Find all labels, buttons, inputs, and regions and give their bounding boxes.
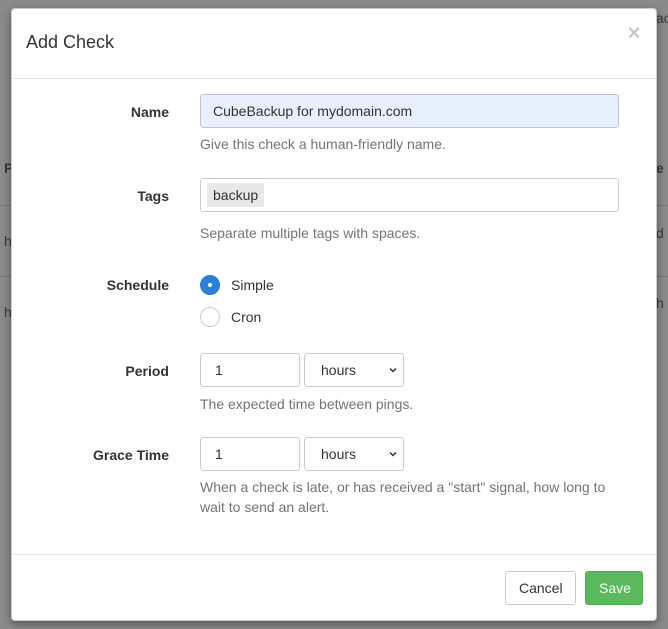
background-fragment: h	[656, 295, 664, 311]
modal-title: Add Check	[26, 32, 115, 52]
tags-help: Separate multiple tags with spaces.	[200, 225, 421, 241]
background-fragment: d	[656, 225, 664, 241]
tag-chip[interactable]: backup	[207, 183, 265, 207]
period-label: Period	[125, 363, 169, 379]
save-button[interactable]: Save	[585, 571, 643, 605]
name-label: Name	[130, 104, 169, 120]
background-fragment: e	[656, 160, 664, 176]
grace-unit-select[interactable]: hours	[304, 437, 404, 471]
chevron-down-icon	[389, 451, 397, 457]
schedule-simple-radio[interactable]	[200, 275, 220, 295]
background-divider	[0, 205, 11, 206]
chevron-down-icon	[389, 367, 397, 373]
period-unit-value: hours	[321, 362, 357, 378]
schedule-simple-label[interactable]: Simple	[231, 277, 274, 293]
schedule-label: Schedule	[106, 277, 169, 293]
modal-footer: Cancel Save	[12, 554, 656, 620]
grace-value-input[interactable]: 1	[200, 437, 300, 471]
modal-header: Add Check ×	[12, 9, 656, 79]
cancel-button[interactable]: Cancel	[505, 571, 576, 605]
close-icon[interactable]: ×	[625, 22, 643, 44]
background-divider	[657, 205, 668, 206]
grace-unit-value: hours	[321, 446, 357, 462]
schedule-cron-radio[interactable]	[200, 307, 220, 327]
period-unit-select[interactable]: hours	[304, 353, 404, 387]
grace-help: When a check is late, or has received a …	[200, 479, 606, 515]
period-help: The expected time between pings.	[200, 396, 414, 412]
background-divider	[657, 276, 668, 277]
schedule-cron-label[interactable]: Cron	[231, 309, 261, 325]
grace-label: Grace Time	[92, 447, 169, 463]
name-help: Give this check a human-friendly name.	[200, 136, 446, 152]
period-value-input[interactable]: 1	[200, 353, 300, 387]
tags-label: Tags	[137, 188, 169, 204]
background-divider	[0, 276, 11, 277]
name-input[interactable]: CubeBackup for mydomain.com	[200, 94, 619, 128]
background-fragment: ac	[656, 10, 668, 26]
add-check-modal: Add Check × Name CubeBackup for mydomain…	[11, 8, 657, 621]
